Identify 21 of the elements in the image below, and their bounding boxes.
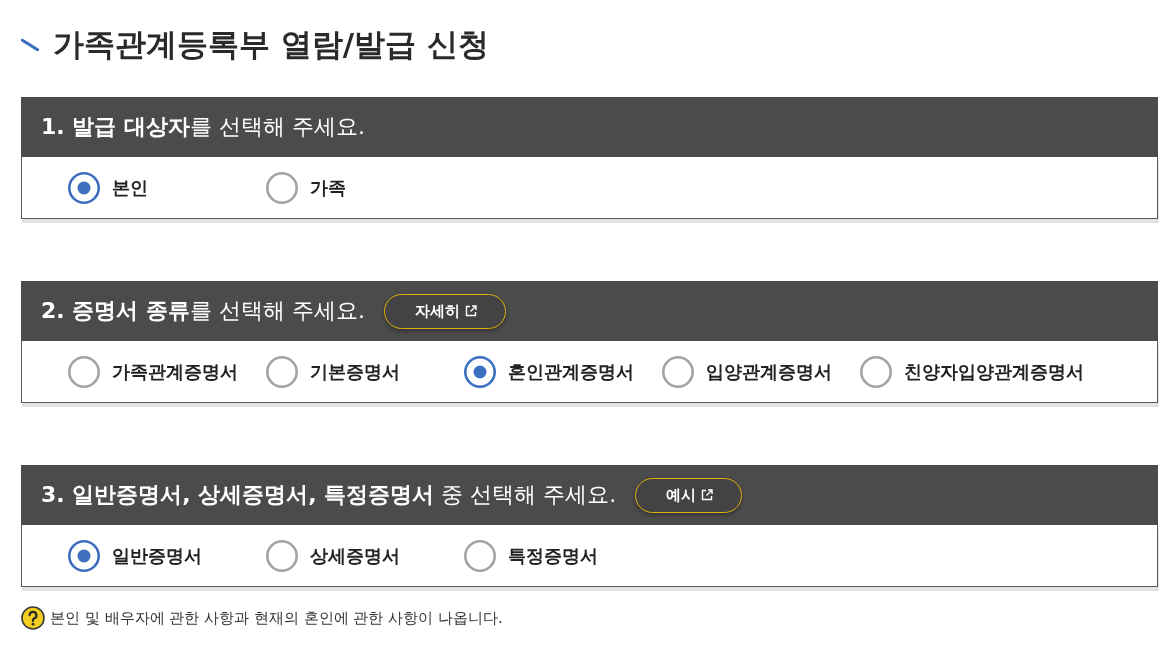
slash-icon: [21, 39, 39, 51]
section-heading: 3. 일반증명서, 상세증명서, 특정증명서 중 선택해 주세요.: [41, 481, 617, 509]
page-title: 가족관계등록부 열람/발급 신청: [53, 25, 489, 64]
radio-option[interactable]: 본인: [68, 171, 266, 204]
radio-option[interactable]: 가족: [266, 171, 346, 204]
link-button[interactable]: 예시: [635, 477, 743, 513]
radio-option[interactable]: 일반증명서: [68, 539, 266, 572]
radio-option[interactable]: 혼인관계증명서: [464, 355, 662, 388]
note-text: 본인 및 배우자에 관한 사항과 현재의 혼인에 관한 사항이 나옵니다.: [50, 608, 503, 628]
external-link-icon: [701, 489, 714, 501]
help-icon: [21, 606, 45, 630]
radio-option[interactable]: 가족관계증명서: [68, 355, 266, 388]
link-button[interactable]: 자세히: [383, 293, 506, 329]
radio-option[interactable]: 입양관계증명서: [662, 355, 860, 388]
section-heading: 2. 증명서 종류를 선택해 주세요.: [41, 297, 365, 325]
radio-option[interactable]: 친양자입양관계증명서: [860, 355, 1084, 388]
section-heading: 1. 발급 대상자를 선택해 주세요.: [41, 113, 365, 141]
radio-option[interactable]: 특정증명서: [464, 539, 598, 572]
radio-option[interactable]: 기본증명서: [266, 355, 464, 388]
external-link-icon: [464, 305, 477, 317]
radio-option[interactable]: 상세증명서: [266, 539, 464, 572]
